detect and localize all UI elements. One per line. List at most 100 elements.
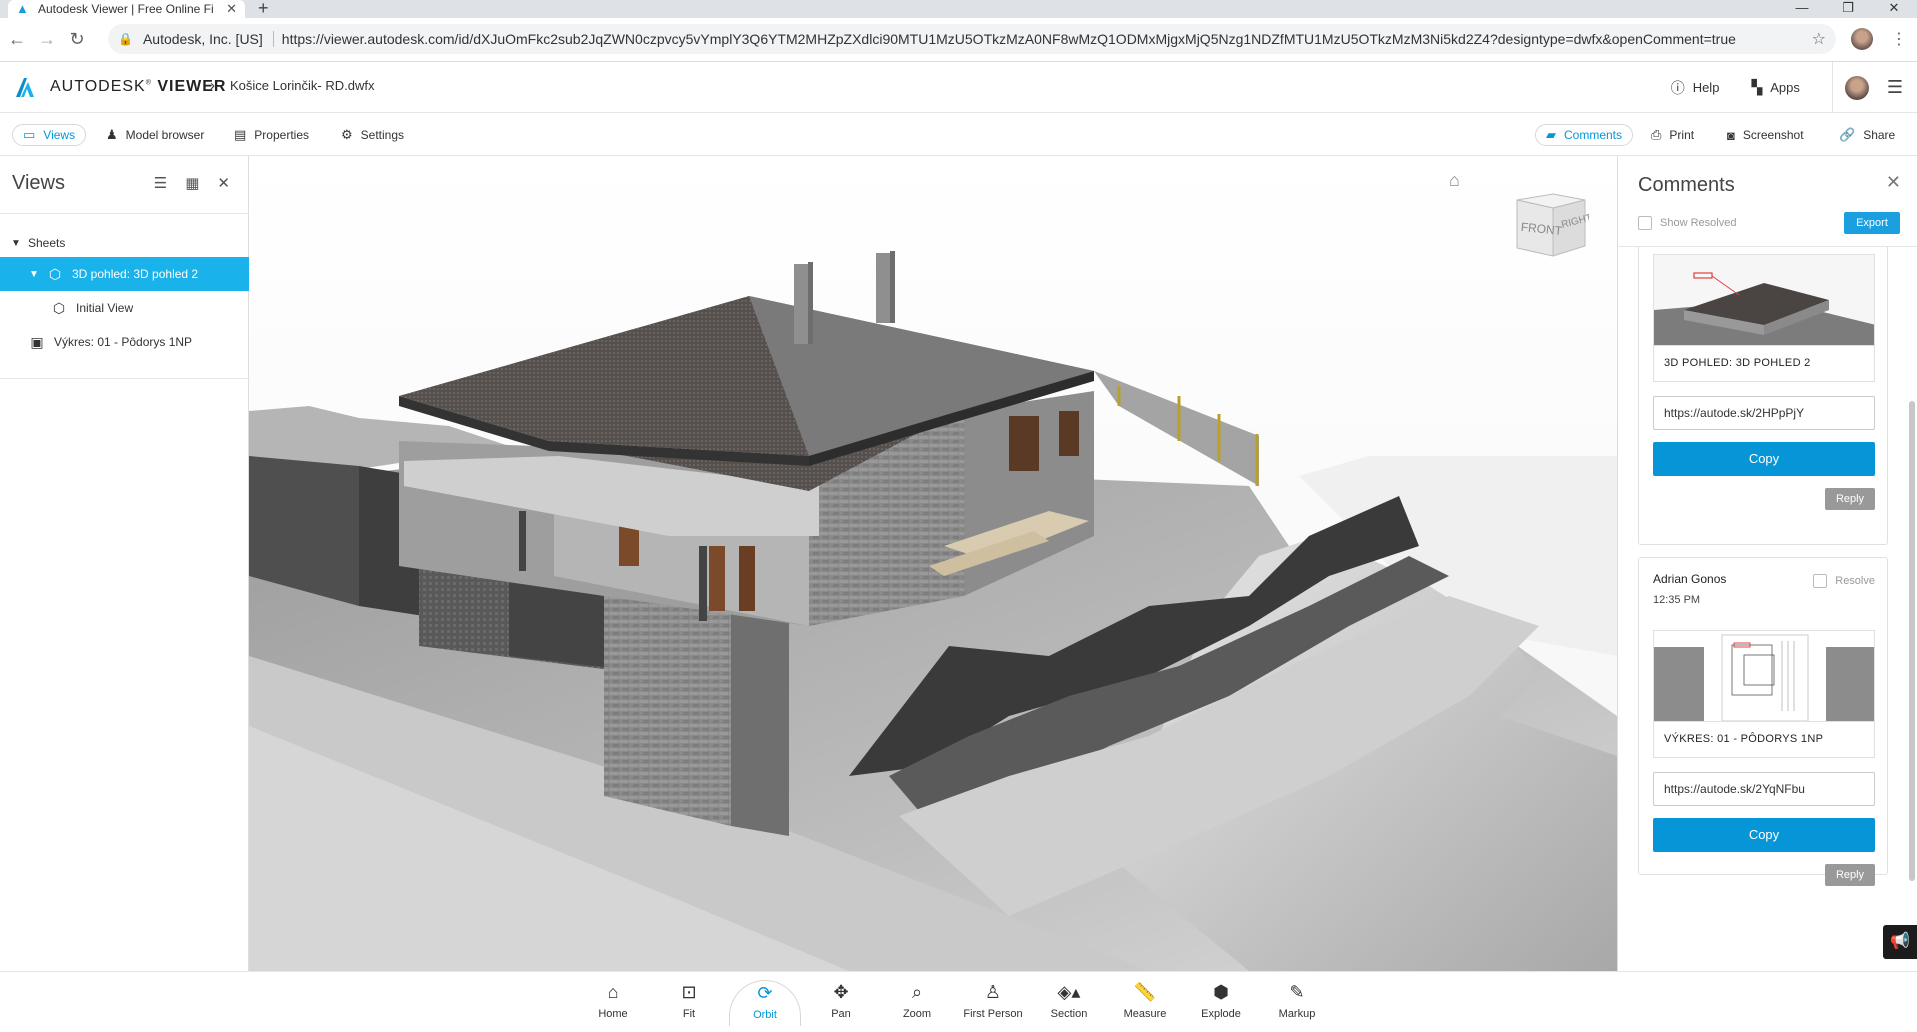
3d-viewport[interactable]: ⌂ FRONT RIGHT <box>249 156 1617 971</box>
section-button[interactable]: ◈▴ Section <box>1033 980 1105 1026</box>
hamburger-menu-icon[interactable]: ☰ <box>1887 77 1903 98</box>
orbit-button[interactable]: ⟳ Orbit <box>729 980 801 1026</box>
comment-time: 12:35 PM <box>1653 594 1701 606</box>
list-view-icon[interactable]: ☰ <box>154 174 167 192</box>
home-button[interactable]: ⌂ Home <box>577 980 649 1026</box>
copy-link-button[interactable]: Copy <box>1653 818 1875 852</box>
url-text[interactable]: https://viewer.autodesk.com/id/dXJuOmFkc… <box>282 31 1802 47</box>
properties-icon: ▤ <box>234 127 247 142</box>
tree-item-sheet[interactable]: ▣ Výkres: 01 - Pôdorys 1NP <box>0 325 249 359</box>
views-button[interactable]: ▭ Views <box>12 124 87 146</box>
magnifier-icon: ⌕ <box>911 982 923 1002</box>
pencil-icon: ✎ <box>1289 982 1305 1002</box>
comment-thumbnail[interactable] <box>1653 630 1875 722</box>
comments-panel-title: Comments <box>1638 174 1735 196</box>
forward-icon[interactable]: → <box>32 29 62 50</box>
comment-author: Adrian Gonos <box>1653 572 1727 586</box>
copy-link-button[interactable]: Copy <box>1653 442 1875 476</box>
share-link-field[interactable]: https://autode.sk/2HPpPjY <box>1653 396 1875 430</box>
comment-thumbnail[interactable] <box>1653 254 1875 346</box>
print-button[interactable]: ⎙ Print <box>1651 124 1694 146</box>
measure-button[interactable]: 📏 Measure <box>1109 980 1181 1026</box>
viewcube[interactable]: FRONT RIGHT <box>1513 186 1589 262</box>
minimize-icon[interactable]: — <box>1779 0 1825 18</box>
window-close-icon[interactable]: ✕ <box>1871 0 1917 18</box>
views-panel-title: Views <box>12 172 65 194</box>
pan-button[interactable]: ✥ Pan <box>805 980 877 1026</box>
fit-button[interactable]: ⊡ Fit <box>653 980 725 1026</box>
tree-item-initial-view[interactable]: ⬡ Initial View <box>0 291 249 325</box>
model-browser-button[interactable]: ♟ Model browser <box>106 124 204 146</box>
export-button[interactable]: Export <box>1844 212 1900 234</box>
gear-icon: ⚙ <box>341 127 353 142</box>
close-icon[interactable]: ✕ <box>1886 172 1901 193</box>
comments-list[interactable]: 3D POHLED: 3D POHLED 2 https://autode.sk… <box>1618 246 1917 971</box>
address-bar-row: ← → ↻ 🔒 Autodesk, Inc. [US] https://view… <box>0 18 1917 62</box>
comments-button[interactable]: ▰ Comments <box>1535 124 1634 146</box>
comment-card: 3D POHLED: 3D POHLED 2 https://autode.sk… <box>1638 247 1888 545</box>
back-icon[interactable]: ← <box>2 29 32 50</box>
thumbnail-caption: 3D POHLED: 3D POHLED 2 <box>1653 346 1875 382</box>
browser-tab[interactable]: ▲ Autodesk Viewer | Free Online Fi ✕ <box>8 0 245 18</box>
show-resolved-checkbox[interactable] <box>1638 216 1652 230</box>
comment-card: Adrian Gonos 12:35 PM Resolve VÝKRES: 01… <box>1638 557 1888 886</box>
help-button[interactable]: ⓘ Help <box>1671 78 1720 98</box>
browser-menu-icon[interactable]: ⋮ <box>1891 29 1907 49</box>
feedback-megaphone-icon[interactable]: 📢 <box>1883 925 1917 959</box>
show-resolved-toggle[interactable]: Show Resolved <box>1638 216 1736 230</box>
settings-button[interactable]: ⚙ Settings <box>341 124 404 146</box>
cube-icon: ⬡ <box>48 265 62 282</box>
caret-down-icon[interactable]: ▼ <box>10 238 22 249</box>
properties-button[interactable]: ▤ Properties <box>234 124 309 146</box>
home-icon[interactable]: ⌂ <box>1449 170 1460 191</box>
autodesk-logo-icon <box>16 78 34 97</box>
fit-icon: ⊡ <box>681 982 697 1002</box>
reply-button[interactable]: Reply <box>1825 488 1875 510</box>
views-panel: Views ☰ ▦ ✕ ▼ Sheets ▼ ⬡ 3D pohled: 3D p… <box>0 156 249 971</box>
section-cube-icon: ◈▴ <box>1057 982 1081 1002</box>
zoom-button[interactable]: ⌕ Zoom <box>881 980 953 1026</box>
ruler-icon: 📏 <box>1133 982 1157 1002</box>
site-org: Autodesk, Inc. [US] <box>142 31 263 47</box>
camera-icon: ◙ <box>1727 127 1735 143</box>
restore-icon[interactable]: ❐ <box>1825 0 1871 18</box>
close-tab-icon[interactable]: ✕ <box>226 1 237 17</box>
markup-button[interactable]: ✎ Markup <box>1261 980 1333 1026</box>
home-icon: ⌂ <box>607 982 619 1002</box>
views-icon: ▭ <box>23 127 36 142</box>
share-button[interactable]: 🔗 Share <box>1839 124 1895 146</box>
reload-icon[interactable]: ↻ <box>62 29 92 50</box>
pan-icon: ✥ <box>833 982 849 1002</box>
lock-icon[interactable]: 🔒 <box>118 32 133 46</box>
tree-item-3d-view[interactable]: ▼ ⬡ 3D pohled: 3D pohled 2 <box>0 257 249 291</box>
caret-down-icon[interactable]: ▼ <box>28 269 40 280</box>
apps-button[interactable]: ▚ Apps <box>1751 79 1799 96</box>
orbit-icon: ⟳ <box>757 983 773 1003</box>
file-name: Košice Lorinčik- RD.dwfx <box>230 78 375 93</box>
comment-icon: ▰ <box>1546 127 1556 142</box>
thumbnail-caption: VÝKRES: 01 - PÔDORYS 1NP <box>1653 722 1875 758</box>
explode-button[interactable]: ⬢ Explode <box>1185 980 1257 1026</box>
url-omnibox[interactable]: 🔒 Autodesk, Inc. [US] https://viewer.aut… <box>108 24 1836 54</box>
screenshot-button[interactable]: ◙ Screenshot <box>1727 124 1804 146</box>
window-controls: — ❐ ✕ <box>1779 0 1917 18</box>
sheet-icon: ▣ <box>30 333 44 350</box>
comments-scrollbar[interactable] <box>1909 401 1915 881</box>
top-toolbar: ▭ Views ♟ Model browser ▤ Properties ⚙ Setti… <box>0 113 1917 156</box>
close-icon[interactable]: ✕ <box>217 174 230 192</box>
share-link-field[interactable]: https://autode.sk/2YqNFbu <box>1653 772 1875 806</box>
house-3d-model[interactable] <box>249 156 1617 971</box>
grid-view-icon[interactable]: ▦ <box>185 174 199 192</box>
apps-grid-icon: ▚ <box>1751 79 1763 95</box>
first-person-button[interactable]: ♙ First Person <box>957 980 1029 1026</box>
new-tab-icon[interactable]: + <box>258 0 269 17</box>
bookmark-star-icon[interactable]: ☆ <box>1812 29 1826 49</box>
tree-sheets-folder[interactable]: ▼ Sheets <box>0 226 249 260</box>
resolve-checkbox[interactable] <box>1813 574 1828 588</box>
browser-profile-avatar[interactable] <box>1851 28 1873 50</box>
reply-button[interactable]: Reply <box>1825 864 1875 886</box>
resolve-toggle[interactable]: Resolve <box>1813 574 1875 588</box>
link-icon: 🔗 <box>1839 127 1856 142</box>
bottom-toolbar: ⌂ Home ⊡ Fit ⟳ Orbit ✥ Pan ⌕ Zoom ♙ First Pers… <box>0 971 1917 1032</box>
user-avatar[interactable] <box>1844 75 1869 100</box>
